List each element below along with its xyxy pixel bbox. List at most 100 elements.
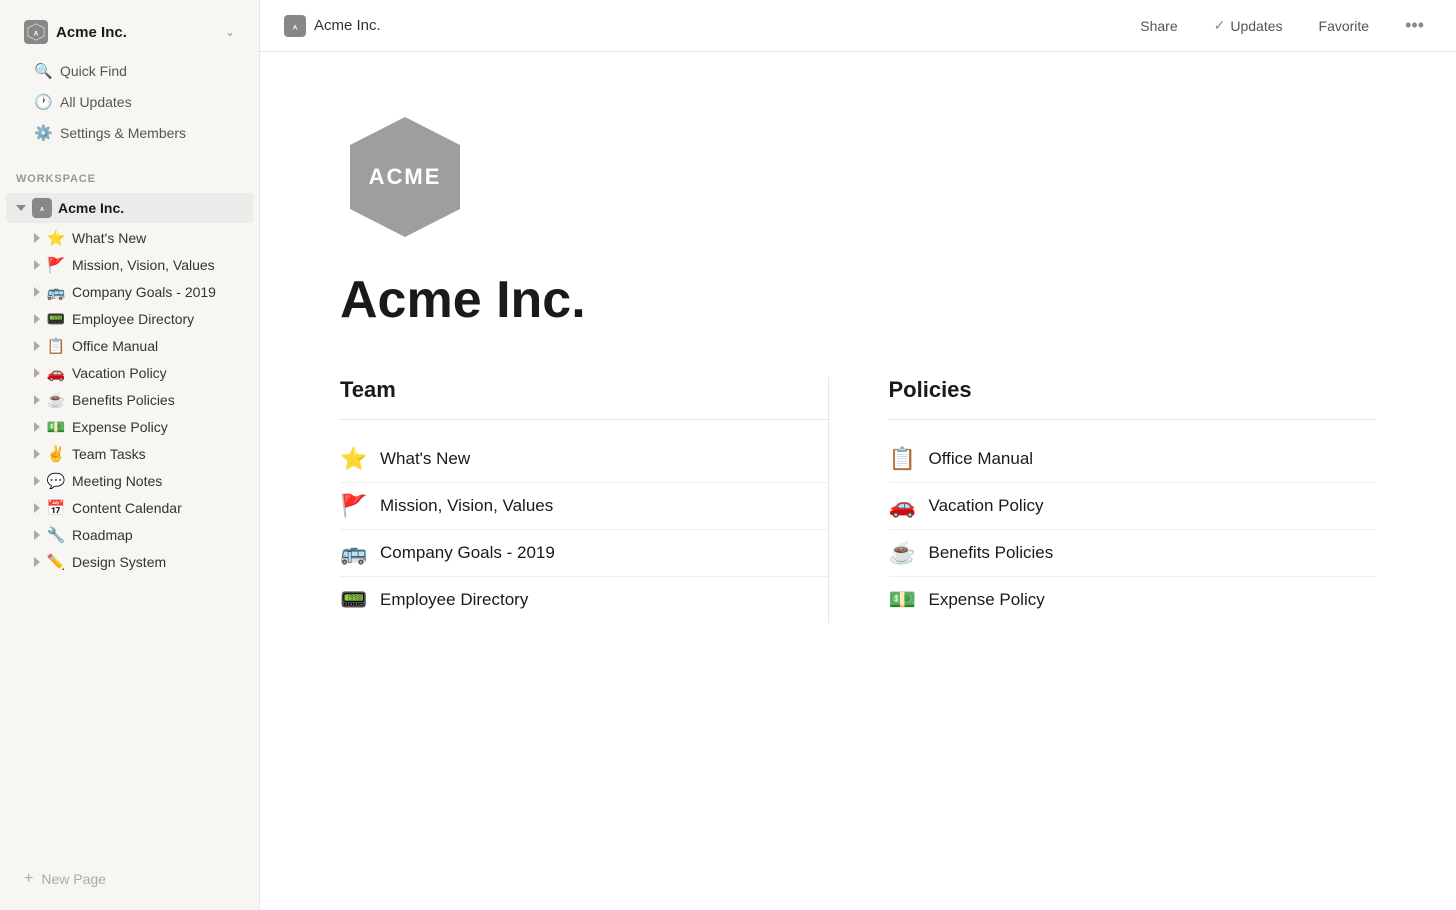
policies-column-title: Policies <box>889 377 1377 403</box>
sidebar-tree-item-3[interactable]: 📟 Employee Directory <box>6 306 253 332</box>
policy-link-item-3[interactable]: 💵 Expense Policy <box>889 577 1377 623</box>
topbar-actions: Share ✓ Updates Favorite ••• <box>1132 11 1432 40</box>
team-divider <box>340 419 828 420</box>
topbar-page-title: Acme Inc. <box>314 17 381 34</box>
acme-logo-svg: ACME <box>340 112 470 242</box>
sidebar: A Acme Inc. ⌄ 🔍 Quick Find 🕐 All Updates… <box>0 0 260 910</box>
collapse-icon <box>16 205 26 211</box>
favorite-label: Favorite <box>1319 18 1370 34</box>
workspace-section: WORKSPACE A Acme Inc. ⭐ What's New 🚩 Mis… <box>0 157 259 856</box>
new-page-button[interactable]: + New Page <box>14 864 245 894</box>
policy-items-list: 📋 Office Manual 🚗 Vacation Policy ☕ Bene… <box>889 436 1377 623</box>
favorite-button[interactable]: Favorite <box>1311 14 1378 38</box>
tree-item-arrow-10 <box>34 503 40 513</box>
team-link-item-1[interactable]: 🚩 Mission, Vision, Values <box>340 483 828 530</box>
sidebar-tree-item-0[interactable]: ⭐ What's New <box>6 225 253 251</box>
tree-item-arrow-2 <box>34 287 40 297</box>
plus-icon: + <box>24 870 33 888</box>
quick-find-label: Quick Find <box>60 63 127 79</box>
tree-item-label-11: Roadmap <box>72 527 245 543</box>
tree-item-arrow-5 <box>34 368 40 378</box>
policy-link-item-2[interactable]: ☕ Benefits Policies <box>889 530 1377 577</box>
team-items-list: ⭐ What's New 🚩 Mission, Vision, Values 🚌… <box>340 436 828 623</box>
sidebar-tree-item-10[interactable]: 📅 Content Calendar <box>6 495 253 521</box>
policies-column: Policies 📋 Office Manual 🚗 Vacation Poli… <box>828 377 1377 623</box>
tree-item-emoji-0: ⭐ <box>46 229 66 247</box>
tree-item-arrow-12 <box>34 557 40 567</box>
tree-item-label-0: What's New <box>72 230 245 246</box>
sidebar-footer: + New Page <box>0 856 259 910</box>
policy-link-item-1[interactable]: 🚗 Vacation Policy <box>889 483 1377 530</box>
topbar: A Acme Inc. Share ✓ Updates Favorite ••• <box>260 0 1456 52</box>
team-link-emoji-0: ⭐ <box>340 446 368 472</box>
svg-text:A: A <box>40 207 44 213</box>
team-column-title: Team <box>340 377 828 403</box>
settings-label: Settings & Members <box>60 125 186 141</box>
topbar-logo: A <box>284 15 306 37</box>
team-link-label-2: Company Goals - 2019 <box>380 543 555 564</box>
tree-item-arrow-9 <box>34 476 40 486</box>
tree-item-emoji-6: ☕ <box>46 391 66 409</box>
share-button[interactable]: Share <box>1132 14 1185 38</box>
new-page-label: New Page <box>41 871 106 887</box>
sidebar-tree-item-2[interactable]: 🚌 Company Goals - 2019 <box>6 279 253 305</box>
tree-item-emoji-12: ✏️ <box>46 553 66 571</box>
quick-find-item[interactable]: 🔍 Quick Find <box>20 56 239 86</box>
tree-item-emoji-4: 📋 <box>46 337 66 355</box>
policy-link-item-0[interactable]: 📋 Office Manual <box>889 436 1377 483</box>
updates-button[interactable]: ✓ Updates <box>1206 13 1291 38</box>
tree-item-arrow-11 <box>34 530 40 540</box>
team-link-item-0[interactable]: ⭐ What's New <box>340 436 828 483</box>
workspace-chevron-icon: ⌄ <box>225 25 235 39</box>
tree-item-emoji-9: 💬 <box>46 472 66 490</box>
sidebar-tree-item-1[interactable]: 🚩 Mission, Vision, Values <box>6 252 253 278</box>
workspace-section-label: WORKSPACE <box>0 157 259 191</box>
tree-item-label-10: Content Calendar <box>72 500 245 516</box>
sidebar-tree-item-11[interactable]: 🔧 Roadmap <box>6 522 253 548</box>
team-link-item-2[interactable]: 🚌 Company Goals - 2019 <box>340 530 828 577</box>
search-icon: 🔍 <box>34 62 52 80</box>
tree-item-emoji-1: 🚩 <box>46 256 66 274</box>
tree-item-arrow-3 <box>34 314 40 324</box>
workspace-header[interactable]: A Acme Inc. ⌄ <box>14 12 245 52</box>
tree-item-emoji-3: 📟 <box>46 310 66 328</box>
team-link-emoji-1: 🚩 <box>340 493 368 519</box>
tree-item-label-7: Expense Policy <box>72 419 245 435</box>
root-logo: A <box>32 198 52 218</box>
sidebar-tree-item-7[interactable]: 💵 Expense Policy <box>6 414 253 440</box>
sidebar-tree-item-5[interactable]: 🚗 Vacation Policy <box>6 360 253 386</box>
svg-text:A: A <box>34 31 39 38</box>
share-label: Share <box>1140 18 1177 34</box>
tree-item-arrow-7 <box>34 422 40 432</box>
all-updates-item[interactable]: 🕐 All Updates <box>20 87 239 117</box>
policy-link-label-2: Benefits Policies <box>929 543 1054 564</box>
workspace-root-item[interactable]: A Acme Inc. <box>6 193 253 223</box>
policy-link-emoji-3: 💵 <box>889 587 917 613</box>
sidebar-tree-item-8[interactable]: ✌️ Team Tasks <box>6 441 253 467</box>
sidebar-tree-item-9[interactable]: 💬 Meeting Notes <box>6 468 253 494</box>
svg-text:ACME: ACME <box>369 164 442 189</box>
tree-item-emoji-7: 💵 <box>46 418 66 436</box>
tree-item-label-4: Office Manual <box>72 338 245 354</box>
root-label: Acme Inc. <box>58 200 124 216</box>
all-updates-label: All Updates <box>60 94 132 110</box>
svg-text:A: A <box>293 24 298 31</box>
policy-link-emoji-2: ☕ <box>889 540 917 566</box>
sidebar-tree-item-12[interactable]: ✏️ Design System <box>6 549 253 575</box>
sidebar-tree-item-6[interactable]: ☕ Benefits Policies <box>6 387 253 413</box>
team-link-label-3: Employee Directory <box>380 590 528 611</box>
more-button[interactable]: ••• <box>1397 11 1432 40</box>
team-link-item-3[interactable]: 📟 Employee Directory <box>340 577 828 623</box>
tree-item-label-8: Team Tasks <box>72 446 245 462</box>
page-title: Acme Inc. <box>340 272 1376 329</box>
settings-item[interactable]: ⚙️ Settings & Members <box>20 118 239 148</box>
sidebar-tree-item-4[interactable]: 📋 Office Manual <box>6 333 253 359</box>
clock-icon: 🕐 <box>34 93 52 111</box>
tree-item-emoji-5: 🚗 <box>46 364 66 382</box>
topbar-title-area: A Acme Inc. <box>284 15 1132 37</box>
policy-link-emoji-0: 📋 <box>889 446 917 472</box>
sidebar-tree: ⭐ What's New 🚩 Mission, Vision, Values 🚌… <box>0 225 259 575</box>
tree-item-label-5: Vacation Policy <box>72 365 245 381</box>
policy-link-label-3: Expense Policy <box>929 590 1045 611</box>
tree-item-arrow-4 <box>34 341 40 351</box>
